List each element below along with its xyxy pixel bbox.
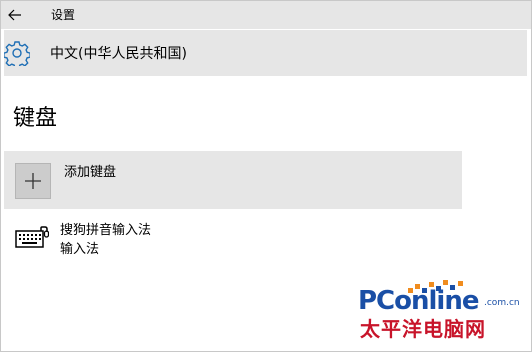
section-title: 键盘 — [13, 106, 58, 131]
keyboard-type: 输入法 — [60, 242, 100, 257]
keyboard-icon — [15, 226, 49, 248]
logo-chinese-name: 太平洋电脑网 — [360, 317, 486, 341]
pconline-watermark-logo: PConline .com.cn 太平洋电脑网 — [358, 280, 530, 350]
keyboard-list-item[interactable]: 搜狗拼音输入法 输入法 — [4, 216, 462, 268]
logo-brand: PConline — [358, 286, 479, 316]
plus-icon-box — [15, 163, 51, 199]
logo-online: online — [394, 286, 479, 316]
language-label: 中文(中华人民共和国) — [50, 46, 187, 62]
logo-pc: PC — [358, 286, 395, 316]
plus-icon — [25, 173, 41, 189]
logo-domain: .com.cn — [484, 298, 520, 308]
add-keyboard-button[interactable]: 添加键盘 — [4, 151, 462, 209]
add-keyboard-label: 添加键盘 — [64, 165, 117, 180]
app-title: 设置 — [51, 8, 76, 22]
language-item[interactable]: 中文(中华人民共和国) — [4, 30, 527, 76]
title-bar: 设置 — [1, 1, 531, 29]
keyboard-name: 搜狗拼音输入法 — [60, 223, 152, 238]
gear-icon — [4, 41, 30, 66]
back-arrow-icon — [8, 9, 21, 21]
back-button[interactable] — [5, 5, 25, 25]
